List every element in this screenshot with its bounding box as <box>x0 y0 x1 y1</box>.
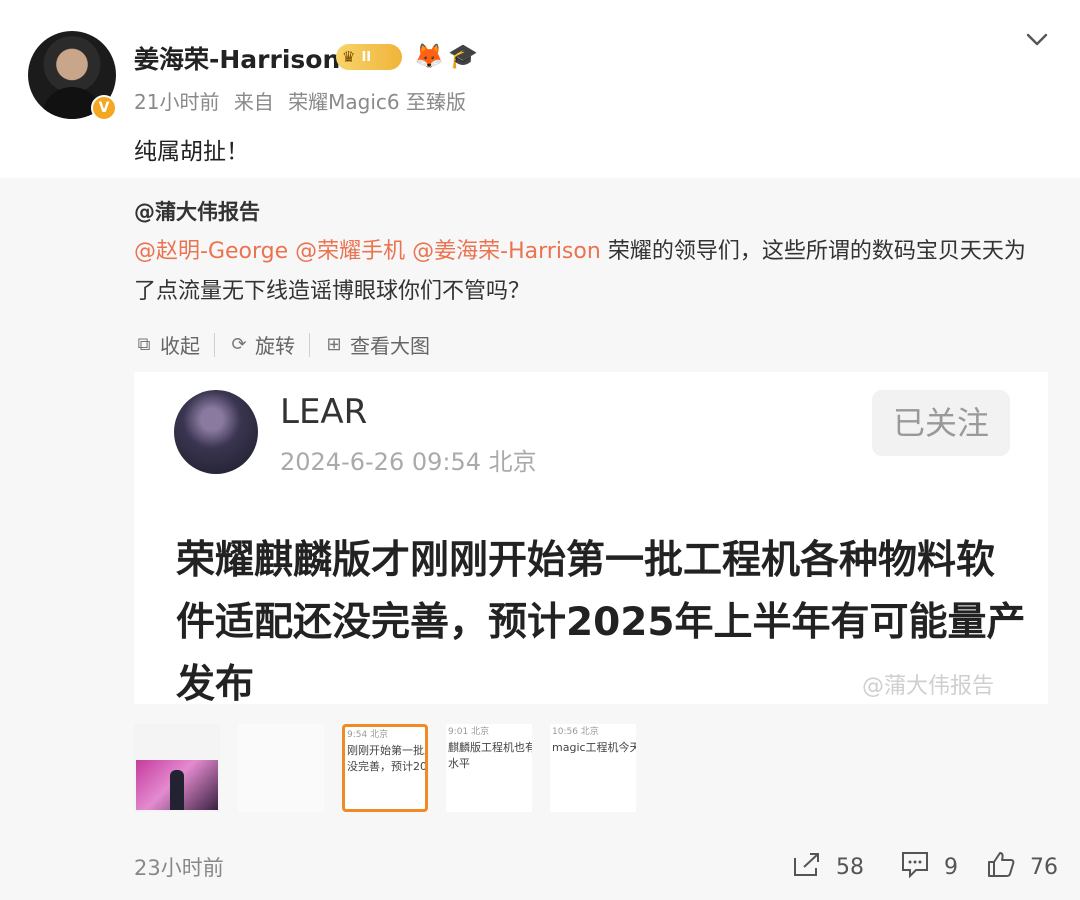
collapse-label: 收起 <box>160 334 200 358</box>
view-large-icon: ⊞ <box>326 334 342 355</box>
post-meta: 21小时前 来自 荣耀Magic6 至臻版 <box>134 86 474 115</box>
post-time[interactable]: 21小时前 <box>134 90 219 114</box>
like-count: 76 <box>1030 855 1058 880</box>
thumbnail-text: 10:56 北京 <box>552 727 599 737</box>
repost-icon <box>792 850 822 885</box>
verified-badge: V <box>91 95 117 121</box>
repost-author[interactable]: @蒲大伟报告 <box>134 196 260 226</box>
thumbnail[interactable]: 9:01 北京 麒麟版工程机也有 水平 <box>446 724 532 812</box>
thumbnail[interactable]: 10:56 北京 magic工程机今天拿到 <box>550 724 636 812</box>
collapse-icon: ⧉ <box>137 334 151 355</box>
thumbnail-text: 麒麟版工程机也有 <box>448 741 532 754</box>
like-button[interactable]: 76 <box>986 850 1058 885</box>
repost-text: @赵明-George @荣耀手机 @姜海荣-Harrison 荣耀的领导们，这些… <box>134 232 1044 312</box>
repost-count: 58 <box>836 855 864 880</box>
fox-icon[interactable]: 🦊 <box>414 42 444 70</box>
comment-icon <box>900 850 930 885</box>
repost-time[interactable]: 23小时前 <box>134 852 224 882</box>
image-follow-label: 已关注 <box>872 390 1010 456</box>
large-image[interactable]: LEAR 2024-6-26 09:54 北京 已关注 荣耀麒麟版才刚刚开始第一… <box>134 372 1048 704</box>
post-source[interactable]: 荣耀Magic6 至臻版 <box>288 90 466 114</box>
image-avatar <box>174 390 258 474</box>
thumbnail-strip: 9:54 北京 刚刚开始第一批工 没完善，预计202 9:01 北京 麒麟版工程… <box>134 724 636 812</box>
thumbnail[interactable] <box>238 724 324 812</box>
mention-link[interactable]: @荣耀手机 <box>295 239 405 264</box>
image-username: LEAR <box>280 392 368 432</box>
thumbnail-active[interactable]: 9:54 北京 刚刚开始第一批工 没完善，预计202 <box>342 724 428 812</box>
level-badge[interactable]: ♛ II <box>336 44 402 70</box>
post-header: V 姜海荣-Harrison ♛ II 🦊 🎓 21小时前 来自 荣耀Magic… <box>0 0 1080 178</box>
level-label: II <box>361 49 372 65</box>
thumbnail-text: 没完善，预计202 <box>347 760 428 773</box>
crown-icon: ♛ <box>342 48 356 66</box>
thumbnail-text: 水平 <box>448 757 470 770</box>
mention-link[interactable]: @姜海荣-Harrison <box>412 239 601 264</box>
image-time: 2024-6-26 09:54 北京 <box>280 448 537 476</box>
thumbnail-text: magic工程机今天拿到 <box>552 741 636 754</box>
like-icon <box>986 850 1016 885</box>
repost-footer: 23小时前 58 9 76 <box>0 846 1080 900</box>
rotate-icon: ⟳ <box>231 334 247 355</box>
divider <box>309 332 310 357</box>
repost-button[interactable]: 58 <box>792 850 864 885</box>
rotate-label: 旋转 <box>255 334 295 358</box>
thumbnail-text: 刚刚开始第一批工 <box>347 744 428 757</box>
image-watermark: @蒲大伟报告 <box>862 674 995 699</box>
post-text: 纯属胡扯！ <box>134 139 249 165</box>
reposted-content: @蒲大伟报告 @赵明-George @荣耀手机 @姜海荣-Harrison 荣耀… <box>0 178 1080 900</box>
comment-count: 9 <box>944 855 958 880</box>
mention-link[interactable]: @赵明-George <box>134 239 288 264</box>
collapse-button[interactable]: ⧉ 收起 <box>134 330 200 359</box>
username[interactable]: 姜海荣-Harrison <box>134 40 340 76</box>
thumbnail-text: 9:54 北京 <box>347 730 389 740</box>
rotate-button[interactable]: ⟳ 旋转 <box>229 330 295 359</box>
view-large-button[interactable]: ⊞ 查看大图 <box>324 330 430 359</box>
image-actions: ⧉ 收起 ⟳ 旋转 ⊞ 查看大图 <box>134 330 430 359</box>
thumbnail-text: 9:01 北京 <box>448 727 490 737</box>
divider <box>214 332 215 357</box>
chevron-down-icon[interactable] <box>1024 26 1050 52</box>
graduation-cap-icon[interactable]: 🎓 <box>448 42 478 70</box>
comment-button[interactable]: 9 <box>900 850 958 885</box>
view-large-label: 查看大图 <box>350 334 430 358</box>
source-prefix: 来自 <box>233 90 274 114</box>
thumbnail[interactable] <box>134 724 220 812</box>
thumbnail-person <box>170 770 184 810</box>
